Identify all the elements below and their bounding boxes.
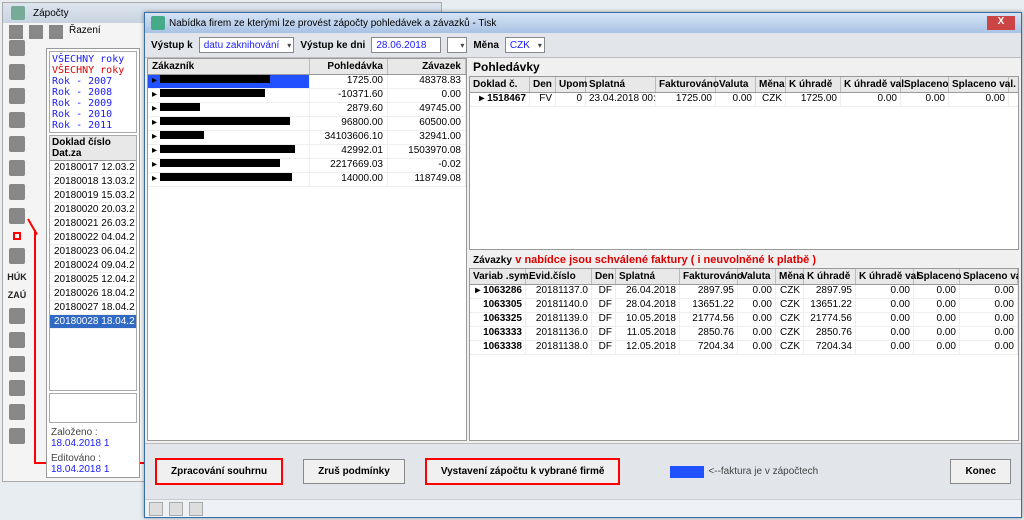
close-icon[interactable]: X	[987, 16, 1015, 30]
customer-row[interactable]: ▸ 14000.00118749.08	[148, 173, 466, 187]
tool-icon[interactable]	[9, 404, 25, 420]
tool-icon[interactable]	[9, 160, 25, 176]
zpracovani-button[interactable]: Zpracování souhrnu	[155, 458, 283, 485]
zavazek-row[interactable]: 106333320181136.0DF11.05.20182850.760.00…	[470, 327, 1018, 341]
year-row[interactable]: Rok - 2007	[52, 76, 134, 87]
years-box: VŠECHNY roky VŠECHNY roky Rok - 2007Rok …	[49, 51, 137, 133]
year-row[interactable]: Rok - 2011	[52, 120, 134, 131]
customer-row[interactable]: ▸ 1725.0048378.83	[148, 75, 466, 89]
dialog-titlebar: Nabídka firem ze kterými lze provést záp…	[145, 13, 1021, 33]
tool-icon[interactable]	[9, 184, 25, 200]
doclist-header: Doklad číslo Dat.za	[50, 136, 136, 161]
mena-combo[interactable]: CZK	[505, 37, 545, 53]
small-area	[49, 393, 137, 423]
tool-icon[interactable]	[9, 88, 25, 104]
date-input[interactable]	[371, 37, 441, 53]
statusbar	[145, 499, 1021, 517]
meta-editovano: Editováno : 18.04.2018 1	[47, 451, 139, 477]
vystup-ke-dni-label: Výstup ke dni	[300, 40, 365, 51]
years-all[interactable]: VŠECHNY roky	[52, 65, 134, 76]
doc-row[interactable]: 20180023 06.04.2	[50, 245, 136, 259]
status-icon[interactable]	[169, 502, 183, 516]
zavazek-row[interactable]: 106330520181140.0DF28.04.201813651.220.0…	[470, 299, 1018, 313]
legend-square	[670, 466, 704, 478]
customer-row[interactable]: ▸ -10371.600.00	[148, 89, 466, 103]
doc-row[interactable]: 20180017 12.03.2	[50, 161, 136, 175]
pohledavky-header: Doklad č.DenUpomSplatnáFakturovánoValuta…	[470, 77, 1018, 93]
dialog-title: Nabídka firem ze kterými lze provést záp…	[169, 18, 987, 29]
app-icon	[11, 6, 25, 20]
zavazek-row[interactable]: 106332520181139.0DF10.05.201821774.560.0…	[470, 313, 1018, 327]
tool-icon[interactable]	[9, 112, 25, 128]
customer-row[interactable]: ▸ 2879.6049745.00	[148, 103, 466, 117]
mena-label: Měna	[473, 40, 499, 51]
vystaveni-button[interactable]: Vystavení zápočtu k vybrané firmě	[425, 458, 621, 485]
tool-icon[interactable]	[9, 308, 25, 324]
tool-icon[interactable]	[9, 332, 25, 348]
tool-icon[interactable]	[9, 356, 25, 372]
zavazky-header: Variab .sym.Evid.čísloDenSplatnáFakturov…	[470, 269, 1018, 285]
bg-title: Zápočty	[33, 8, 69, 19]
toolbar-icon[interactable]	[49, 25, 63, 39]
zrus-button[interactable]: Zruš podmínky	[303, 459, 405, 484]
customer-row[interactable]: ▸ 42992.011503970.08	[148, 145, 466, 159]
dialog-footer: Zpracování souhrnu Zruš podmínky Vystave…	[145, 443, 1021, 499]
status-icon[interactable]	[149, 502, 163, 516]
tool-icon[interactable]	[9, 428, 25, 444]
pohledavky-title: Pohledávky	[469, 58, 1019, 76]
razeni-button[interactable]: Řazení	[69, 25, 101, 39]
tool-icon[interactable]	[9, 208, 25, 224]
customer-row[interactable]: ▸ 34103606.1032941.00	[148, 131, 466, 145]
huk-label[interactable]: HÚK	[7, 272, 27, 282]
highlighted-tool[interactable]	[13, 232, 21, 240]
doc-row[interactable]: 20180025 12.04.2	[50, 273, 136, 287]
zau-label[interactable]: ZAÚ	[8, 290, 27, 300]
zavazek-row[interactable]: 106333820181138.0DF12.05.20187204.340.00…	[470, 341, 1018, 355]
zavazky-grid: Variab .sym.Evid.čísloDenSplatnáFakturov…	[469, 268, 1019, 442]
zavazky-title: Závazky v nabídce jsou schválené faktury…	[469, 250, 1019, 268]
tool-icon[interactable]	[9, 40, 25, 56]
doc-row[interactable]: 20180019 15.03.2	[50, 189, 136, 203]
main-dialog: Nabídka firem ze kterými lze provést záp…	[144, 12, 1022, 518]
tool-icon[interactable]	[9, 64, 25, 80]
customer-row[interactable]: ▸ 2217669.03-0.02	[148, 159, 466, 173]
legend: <--faktura je v zápočtech	[670, 466, 818, 478]
pohledavky-grid: Doklad č.DenUpomSplatnáFakturovánoValuta…	[469, 76, 1019, 250]
doc-row[interactable]: 20180021 26.03.2	[50, 217, 136, 231]
tool-icon[interactable]	[9, 248, 25, 264]
customers-grid: Zákazník Pohledávka Závazek ▸ 1725.00483…	[147, 58, 467, 441]
doc-row[interactable]: 20180027 18.04.2	[50, 301, 136, 315]
left-toolbar: HÚK ZAÚ	[4, 40, 30, 444]
customer-row[interactable]: ▸ 96800.0060500.00	[148, 117, 466, 131]
doc-row[interactable]: 20180026 18.04.2	[50, 287, 136, 301]
konec-button[interactable]: Konec	[950, 459, 1011, 484]
filter-bar: Výstup k datu zaknihování Výstup ke dni …	[145, 33, 1021, 58]
date-dropdown[interactable]	[447, 37, 467, 53]
annotation-line	[34, 230, 36, 464]
toolbar-icon[interactable]	[29, 25, 43, 39]
zavazek-row[interactable]: ▸ 106328620181137.0DF26.04.20182897.950.…	[470, 285, 1018, 299]
vystup-k-combo[interactable]: datu zaknihování	[199, 37, 295, 53]
years-header: VŠECHNY roky	[52, 54, 134, 65]
year-row[interactable]: Rok - 2008	[52, 87, 134, 98]
doc-row[interactable]: 20180018 13.03.2	[50, 175, 136, 189]
document-list: Doklad číslo Dat.za 20180017 12.03.22018…	[49, 135, 137, 391]
dialog-icon	[151, 16, 165, 30]
meta-zalozeno: Založeno : 18.04.2018 1	[47, 425, 139, 451]
year-row[interactable]: Rok - 2009	[52, 98, 134, 109]
tool-icon[interactable]	[9, 380, 25, 396]
year-row[interactable]: Rok - 2010	[52, 109, 134, 120]
mid-panel: VŠECHNY roky VŠECHNY roky Rok - 2007Rok …	[46, 48, 140, 478]
vystup-k-label: Výstup k	[151, 40, 193, 51]
pohledavka-row[interactable]: ▸ 1518467FV023.04.2018 00:1725.000.00CZK…	[470, 93, 1018, 107]
doc-row[interactable]: 20180022 04.04.2	[50, 231, 136, 245]
tool-icon[interactable]	[9, 136, 25, 152]
toolbar-icon[interactable]	[9, 25, 23, 39]
doc-row[interactable]: 20180028 18.04.2	[50, 315, 136, 329]
status-icon[interactable]	[189, 502, 203, 516]
doc-row[interactable]: 20180024 09.04.2	[50, 259, 136, 273]
customers-grid-header: Zákazník Pohledávka Závazek	[148, 59, 466, 75]
doc-row[interactable]: 20180020 20.03.2	[50, 203, 136, 217]
